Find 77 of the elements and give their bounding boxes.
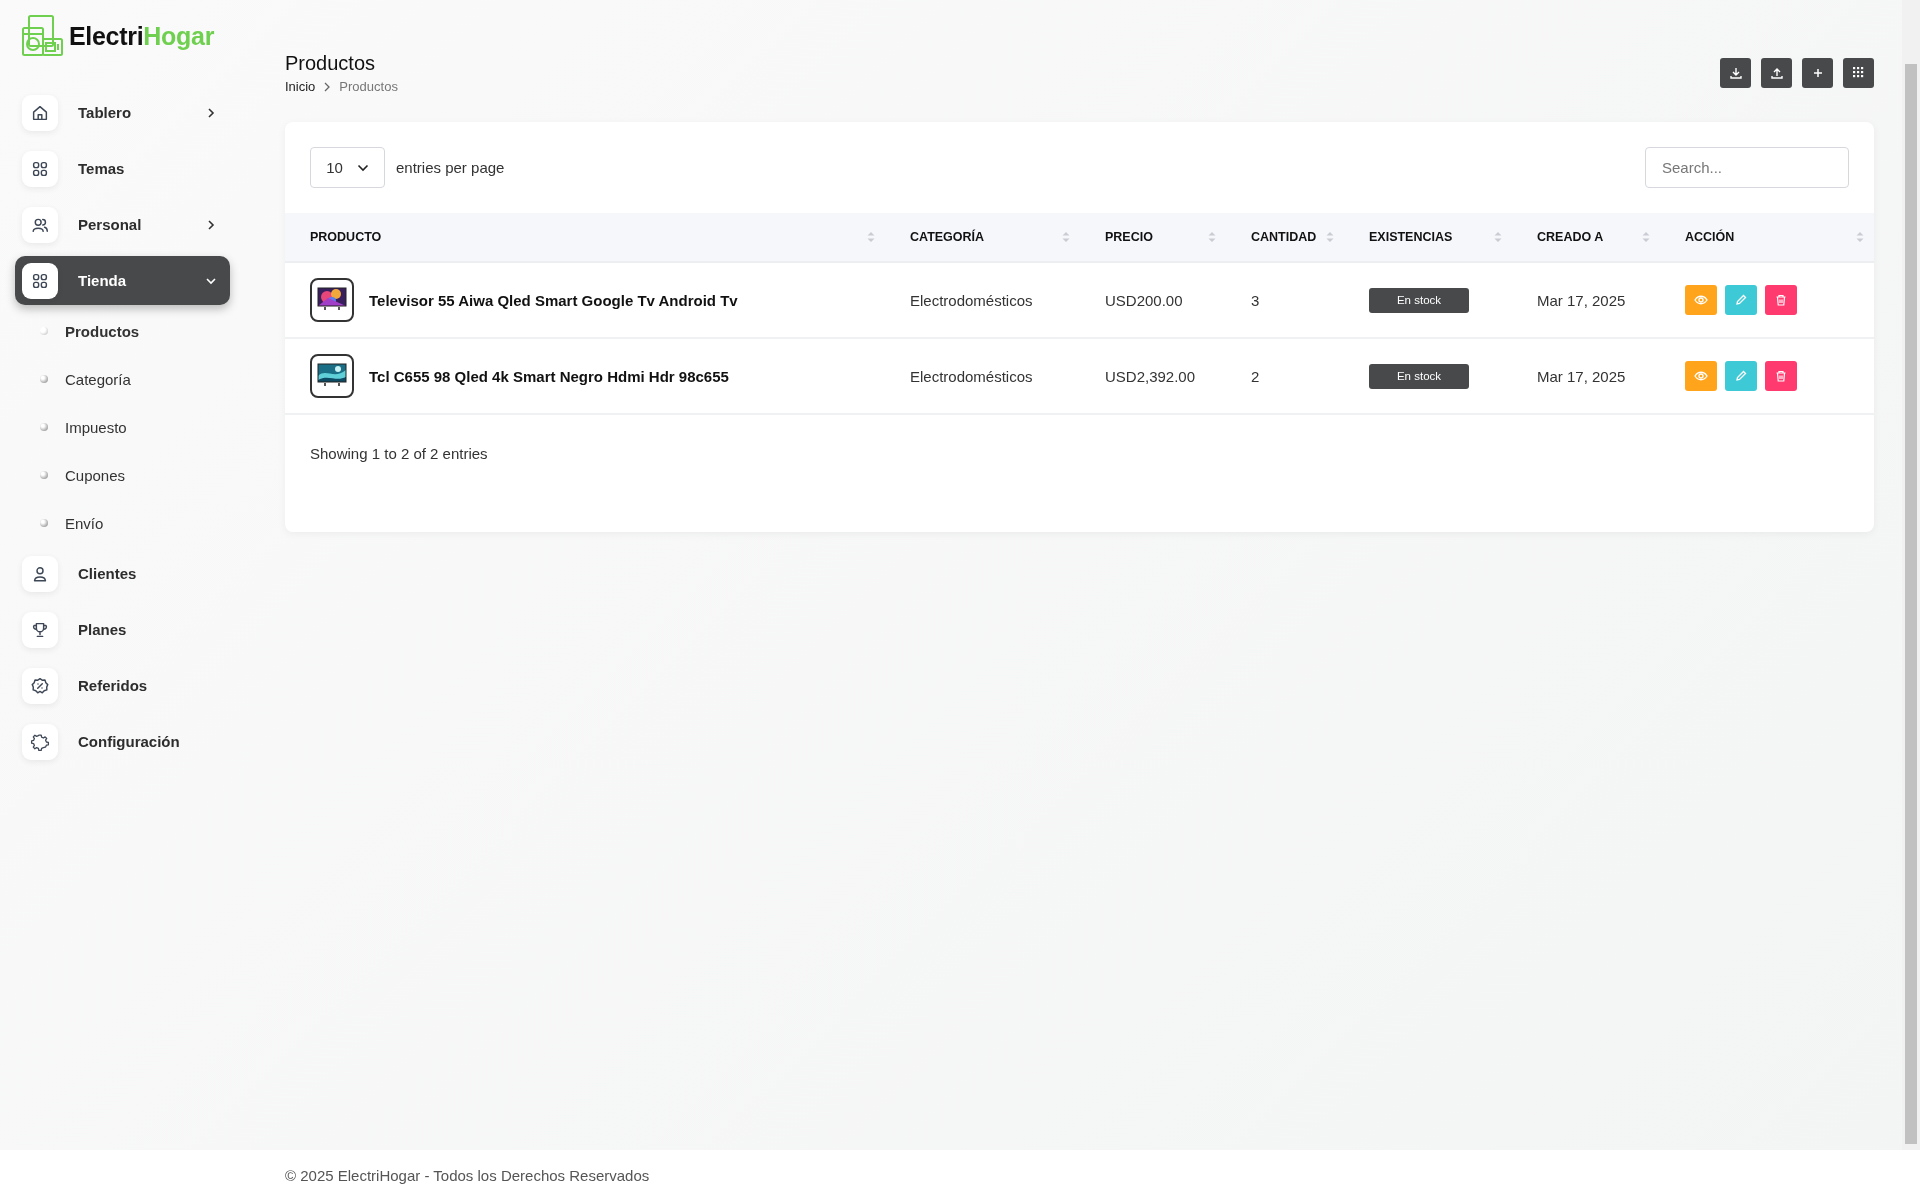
bullet-icon xyxy=(40,519,48,527)
column-header[interactable]: EXISTENCIAS xyxy=(1369,230,1453,244)
stock-badge: En stock xyxy=(1369,363,1469,389)
quantity-text: 2 xyxy=(1251,367,1260,385)
brand-name: ElectriHogar xyxy=(69,21,215,51)
category-text: Electrodomésticos xyxy=(910,291,1033,309)
trash-icon xyxy=(1774,369,1788,383)
eye-icon xyxy=(1694,293,1708,307)
view-button[interactable] xyxy=(1685,285,1717,315)
sidebar-item[interactable]: Personal xyxy=(15,200,230,249)
date-text: Mar 17, 2025 xyxy=(1537,291,1626,309)
submenu-item[interactable]: Productos xyxy=(65,322,140,340)
sort-icon xyxy=(1494,231,1502,243)
grid-icon xyxy=(1851,66,1866,80)
submenu-item[interactable]: Envío xyxy=(65,514,104,532)
submenu-item[interactable]: Categoría xyxy=(65,370,131,388)
sidebar-item[interactable]: Temas xyxy=(15,144,230,193)
scrollbar[interactable] xyxy=(1905,64,1917,1144)
bullet-icon xyxy=(40,327,48,335)
price-text: USD2,392.00 xyxy=(1105,367,1196,385)
edit-button[interactable] xyxy=(1725,285,1757,315)
sidebar-item[interactable]: Configuración xyxy=(15,717,230,766)
download-icon xyxy=(1728,66,1743,80)
sort-icon xyxy=(1208,231,1216,243)
column-header[interactable]: PRECIO xyxy=(1105,230,1153,244)
bullet-icon xyxy=(40,375,48,383)
delete-button[interactable] xyxy=(1765,285,1797,315)
product-name[interactable]: Tcl C655 98 Qled 4k Smart Negro Hdmi Hdr 98c655 xyxy=(369,367,729,385)
upload-button[interactable] xyxy=(1761,58,1792,88)
column-header[interactable]: PRODUCTO xyxy=(310,230,382,244)
sidebar-item[interactable]: Referidos xyxy=(15,661,230,710)
category-text: Electrodomésticos xyxy=(910,367,1033,385)
plus-button[interactable] xyxy=(1802,58,1833,88)
footer-text: © 2025 ElectriHogar - Todos los Derechos Reservados xyxy=(285,1166,650,1184)
submenu-item[interactable]: Impuesto xyxy=(65,418,127,436)
bullet-icon xyxy=(40,471,48,479)
column-header[interactable]: CANTIDAD xyxy=(1251,230,1317,244)
price-text: USD200.00 xyxy=(1105,291,1183,309)
entries-label: entries per page xyxy=(396,159,505,176)
quantity-text: 3 xyxy=(1251,291,1260,309)
submenu-item[interactable]: Cupones xyxy=(65,466,126,484)
sidebar-item[interactable]: Clientes xyxy=(15,549,230,598)
page-title: Productos xyxy=(285,52,376,75)
delete-button[interactable] xyxy=(1765,361,1797,391)
view-button[interactable] xyxy=(1685,361,1717,391)
sort-icon xyxy=(1062,231,1070,243)
date-text: Mar 17, 2025 xyxy=(1537,367,1626,385)
sort-icon xyxy=(867,231,875,243)
edit-button[interactable] xyxy=(1725,361,1757,391)
stock-badge: En stock xyxy=(1369,287,1469,313)
upload-icon xyxy=(1769,66,1784,80)
sort-icon xyxy=(1856,231,1864,243)
discount-badge-icon xyxy=(30,675,50,696)
product-name[interactable]: Televisor 55 Aiwa Qled Smart Google Tv Android Tv xyxy=(369,291,738,309)
column-header[interactable]: CREADO A xyxy=(1537,230,1604,244)
column-header[interactable]: CATEGORÍA xyxy=(910,230,985,244)
search-field[interactable]: Search... xyxy=(1645,147,1849,188)
bullet-icon xyxy=(40,423,48,431)
pencil-icon xyxy=(1734,293,1748,307)
sidebar-item[interactable]: Tablero xyxy=(15,88,230,137)
chevron-down-icon xyxy=(356,163,369,172)
entries-summary: Showing 1 to 2 of 2 entries xyxy=(310,445,488,462)
sort-icon xyxy=(1642,231,1650,243)
download-button[interactable] xyxy=(1720,58,1751,88)
breadcrumb-current: Productos xyxy=(339,79,398,94)
column-header[interactable]: ACCIÓN xyxy=(1685,230,1735,244)
sort-icon xyxy=(1326,231,1334,243)
pencil-icon xyxy=(1734,369,1748,383)
sidebar-item[interactable]: Planes xyxy=(15,605,230,654)
appliances-logo-icon xyxy=(21,14,65,58)
entries-select[interactable]: 10 xyxy=(310,147,385,188)
grid-button[interactable] xyxy=(1843,58,1874,88)
eye-icon xyxy=(1694,369,1708,383)
trash-icon xyxy=(1774,293,1788,307)
sidebar-item[interactable]: Tienda xyxy=(15,256,230,305)
chevron-right-icon xyxy=(323,81,332,92)
breadcrumb-link[interactable]: Inicio xyxy=(285,79,316,94)
